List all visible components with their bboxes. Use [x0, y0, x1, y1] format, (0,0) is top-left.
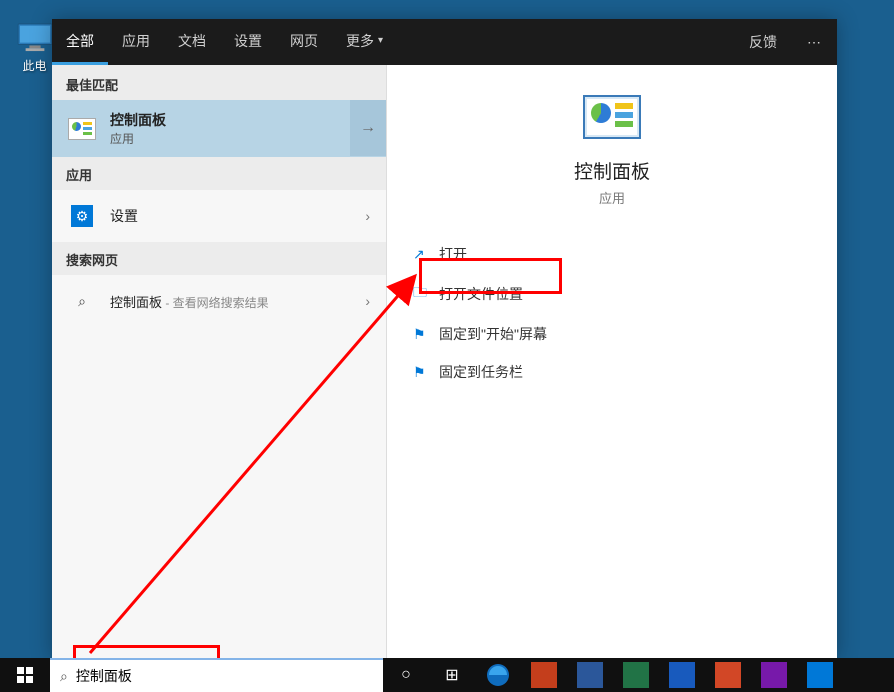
preview-title: 控制面板	[387, 157, 837, 184]
taskbar-app[interactable]	[567, 658, 613, 692]
preview-pane: 控制面板 应用 ↗ 打开 🗀 打开文件位置 ⚑ 固定到"开始"屏幕 ⚑	[387, 65, 837, 659]
gear-icon: ⚙	[71, 205, 93, 227]
result-control-panel[interactable]: 控制面板 应用 →	[52, 100, 386, 157]
result-title: 控制面板	[110, 110, 372, 130]
desktop-icon-this-pc[interactable]: 此电	[12, 22, 57, 74]
taskbar-app[interactable]	[659, 658, 705, 692]
result-web-search[interactable]: ⌕ 控制面板 - 查看网络搜索结果 ›	[52, 275, 386, 327]
action-open-file-location[interactable]: 🗀 打开文件位置	[409, 273, 815, 315]
tab-docs[interactable]: 文档	[164, 19, 220, 65]
search-results-panel: 全部 应用 文档 设置 网页 更多▾ 反馈 ⋯ 最佳匹配 控制面板 应用 → 应…	[52, 19, 837, 659]
taskbar-app[interactable]	[797, 658, 843, 692]
result-settings-app[interactable]: ⚙ 设置 ›	[52, 190, 386, 242]
desktop-icon-label: 此电	[12, 57, 57, 74]
action-open[interactable]: ↗ 打开	[409, 235, 815, 273]
taskbar-app[interactable]	[705, 658, 751, 692]
tab-apps[interactable]: 应用	[108, 19, 164, 65]
control-panel-icon	[583, 95, 641, 139]
task-view-button[interactable]: ⊞	[429, 658, 475, 692]
taskbar-app[interactable]	[521, 658, 567, 692]
taskbar-app[interactable]	[751, 658, 797, 692]
section-web: 搜索网页	[52, 242, 386, 275]
taskbar-app[interactable]	[613, 658, 659, 692]
monitor-icon	[16, 22, 54, 52]
edge-icon	[485, 662, 511, 688]
taskbar-search[interactable]: ⌕	[50, 658, 383, 692]
chevron-right-icon: ›	[365, 293, 370, 309]
search-icon: ⌕	[60, 668, 68, 685]
taskbar: ⌕ ○ ⊞	[0, 658, 894, 692]
result-subtitle: 应用	[110, 130, 372, 147]
search-tabs: 全部 应用 文档 设置 网页 更多▾ 反馈 ⋯	[52, 19, 837, 65]
action-pin-start[interactable]: ⚑ 固定到"开始"屏幕	[409, 315, 815, 353]
tab-all[interactable]: 全部	[52, 19, 108, 65]
expand-arrow-button[interactable]: →	[350, 100, 386, 156]
search-icon: ⌕	[78, 293, 86, 310]
control-panel-icon	[68, 118, 96, 140]
tab-more[interactable]: 更多▾	[332, 19, 397, 65]
actions-list: ↗ 打开 🗀 打开文件位置 ⚑ 固定到"开始"屏幕 ⚑ 固定到任务栏	[387, 235, 837, 391]
results-list: 最佳匹配 控制面板 应用 → 应用 ⚙ 设置 › 搜索网页 ⌕	[52, 65, 387, 659]
tab-settings[interactable]: 设置	[220, 19, 276, 65]
start-button[interactable]	[0, 658, 50, 692]
result-title: 控制面板 - 查看网络搜索结果	[110, 292, 372, 311]
windows-icon	[17, 667, 33, 683]
open-icon: ↗	[413, 246, 439, 263]
arrow-right-icon: →	[360, 119, 376, 137]
section-best-match: 最佳匹配	[52, 65, 386, 100]
feedback-button[interactable]: 反馈	[735, 19, 791, 65]
chevron-down-icon: ▾	[378, 35, 383, 46]
action-pin-taskbar[interactable]: ⚑ 固定到任务栏	[409, 353, 815, 391]
folder-icon: 🗀	[413, 282, 439, 306]
cortana-button[interactable]: ○	[383, 658, 429, 692]
tab-web[interactable]: 网页	[276, 19, 332, 65]
section-apps: 应用	[52, 157, 386, 190]
search-input[interactable]	[76, 668, 373, 684]
preview-subtitle: 应用	[387, 188, 837, 207]
chevron-right-icon: ›	[365, 208, 370, 224]
result-title: 设置	[110, 206, 372, 226]
pin-icon: ⚑	[413, 326, 439, 343]
ellipsis-icon[interactable]: ⋯	[791, 19, 837, 65]
pin-icon: ⚑	[413, 364, 439, 381]
taskbar-app-edge[interactable]	[475, 658, 521, 692]
